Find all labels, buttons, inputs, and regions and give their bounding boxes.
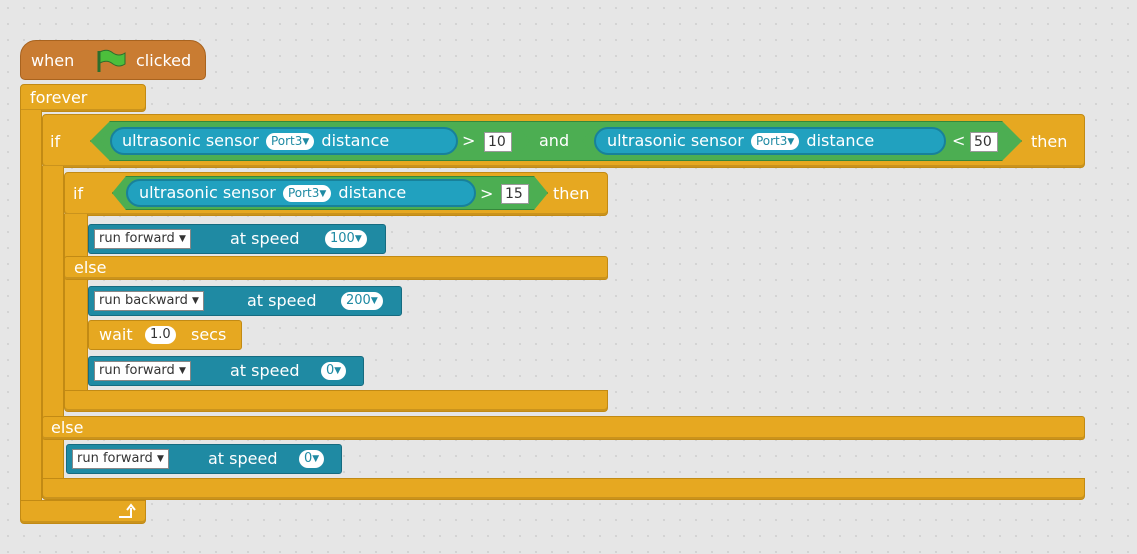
inner-then-label: then xyxy=(553,184,590,203)
speed-value-2: 200 xyxy=(346,293,371,308)
distance-right-label: distance xyxy=(806,131,875,150)
loop-arrow-icon xyxy=(119,503,136,518)
sensor-inner-label: ultrasonic sensor xyxy=(139,183,276,202)
speed-dropdown-1[interactable]: 100▼ xyxy=(325,230,367,248)
gt-inner-op: > xyxy=(480,184,494,203)
green-flag-icon xyxy=(97,49,126,72)
speed-dropdown-2[interactable]: 200▼ xyxy=(341,292,383,310)
value-input-10[interactable]: 10 xyxy=(484,132,512,152)
at-speed-label-1: at speed xyxy=(230,229,300,248)
wait-label: wait xyxy=(99,325,133,344)
inner-if-bottom-arm xyxy=(64,390,608,412)
lt-right-op: < xyxy=(952,131,966,150)
forever-bottom-arm[interactable] xyxy=(20,500,146,524)
distance-left-label: distance xyxy=(321,131,390,150)
outer-if-bottom-arm xyxy=(42,478,1085,500)
at-speed-label-4: at speed xyxy=(208,449,278,468)
sensor-left-label: ultrasonic sensor xyxy=(122,131,259,150)
run-forward-block-1[interactable]: run forward ▼ at speed 100▼ xyxy=(88,224,386,254)
dropdown-triangle-icon: ▼ xyxy=(156,454,164,464)
port-dropdown-left[interactable]: Port3▼ xyxy=(265,133,315,150)
forever-label: forever xyxy=(30,88,88,107)
clicked-label: clicked xyxy=(136,51,192,70)
direction-value-4: run forward xyxy=(77,451,153,466)
value-input-15[interactable]: 15 xyxy=(501,184,529,204)
dropdown-triangle-icon: ▼ xyxy=(302,137,310,147)
direction-dropdown-4[interactable]: run forward ▼ xyxy=(72,449,169,469)
port-dropdown-right[interactable]: Port3▼ xyxy=(750,133,800,150)
direction-dropdown-2[interactable]: run backward ▼ xyxy=(94,291,204,311)
dropdown-triangle-icon: ▼ xyxy=(319,189,327,199)
at-speed-label-2: at speed xyxy=(247,291,317,310)
inner-if-left-arm xyxy=(64,214,88,400)
inner-else-label: else xyxy=(74,258,107,277)
dropdown-triangle-icon: ▼ xyxy=(178,366,186,376)
dropdown-triangle-icon: ▼ xyxy=(312,454,320,464)
inner-if-label: if xyxy=(73,184,84,203)
distance-inner-label: distance xyxy=(338,183,407,202)
dropdown-triangle-icon: ▼ xyxy=(334,366,342,376)
outer-else-label: else xyxy=(51,418,84,437)
run-forward-block-3[interactable]: run forward ▼ at speed 0▼ xyxy=(66,444,342,474)
dropdown-triangle-icon: ▼ xyxy=(178,234,186,244)
sensor-right-label: ultrasonic sensor xyxy=(607,131,744,150)
wait-block[interactable]: wait 1.0 secs xyxy=(88,320,242,350)
direction-value-1: run forward xyxy=(99,231,175,246)
when-flag-clicked-block[interactable]: when clicked xyxy=(20,40,206,80)
direction-dropdown-3[interactable]: run forward ▼ xyxy=(94,361,191,381)
value-input-50[interactable]: 50 xyxy=(970,132,998,152)
run-backward-block[interactable]: run backward ▼ at speed 200▼ xyxy=(88,286,402,316)
dropdown-triangle-icon: ▼ xyxy=(354,234,362,244)
dropdown-triangle-icon: ▼ xyxy=(191,296,199,306)
outer-if-left-arm xyxy=(42,166,64,498)
inner-else-bar[interactable]: else xyxy=(64,256,608,280)
ultrasonic-sensor-left[interactable]: ultrasonic sensor Port3▼ distance xyxy=(110,127,458,155)
dropdown-triangle-icon: ▼ xyxy=(787,137,795,147)
outer-then-label: then xyxy=(1031,132,1068,151)
direction-dropdown-1[interactable]: run forward ▼ xyxy=(94,229,191,249)
wait-seconds-input[interactable]: 1.0 xyxy=(145,326,176,344)
outer-else-bar[interactable]: else xyxy=(42,416,1085,440)
port-inner-value: Port3 xyxy=(287,186,320,200)
port-right-value: Port3 xyxy=(755,134,788,148)
speed-value-1: 100 xyxy=(330,231,355,246)
run-forward-block-2[interactable]: run forward ▼ at speed 0▼ xyxy=(88,356,364,386)
forever-left-arm xyxy=(20,110,42,510)
direction-value-2: run backward xyxy=(99,293,188,308)
outer-if-label: if xyxy=(50,132,61,151)
ultrasonic-sensor-right[interactable]: ultrasonic sensor Port3▼ distance xyxy=(594,127,946,155)
direction-value-3: run forward xyxy=(99,363,175,378)
speed-dropdown-3[interactable]: 0▼ xyxy=(321,362,347,380)
and-label: and xyxy=(539,131,570,150)
port-dropdown-inner[interactable]: Port3▼ xyxy=(282,185,332,202)
secs-label: secs xyxy=(191,325,227,344)
gt-left-op: > xyxy=(462,131,476,150)
speed-dropdown-4[interactable]: 0▼ xyxy=(299,450,325,468)
at-speed-label-3: at speed xyxy=(230,361,300,380)
forever-block[interactable]: forever xyxy=(20,84,146,112)
ultrasonic-sensor-inner[interactable]: ultrasonic sensor Port3▼ distance xyxy=(126,179,476,207)
port-left-value: Port3 xyxy=(270,134,303,148)
dropdown-triangle-icon: ▼ xyxy=(370,296,378,306)
when-label: when xyxy=(31,51,75,70)
